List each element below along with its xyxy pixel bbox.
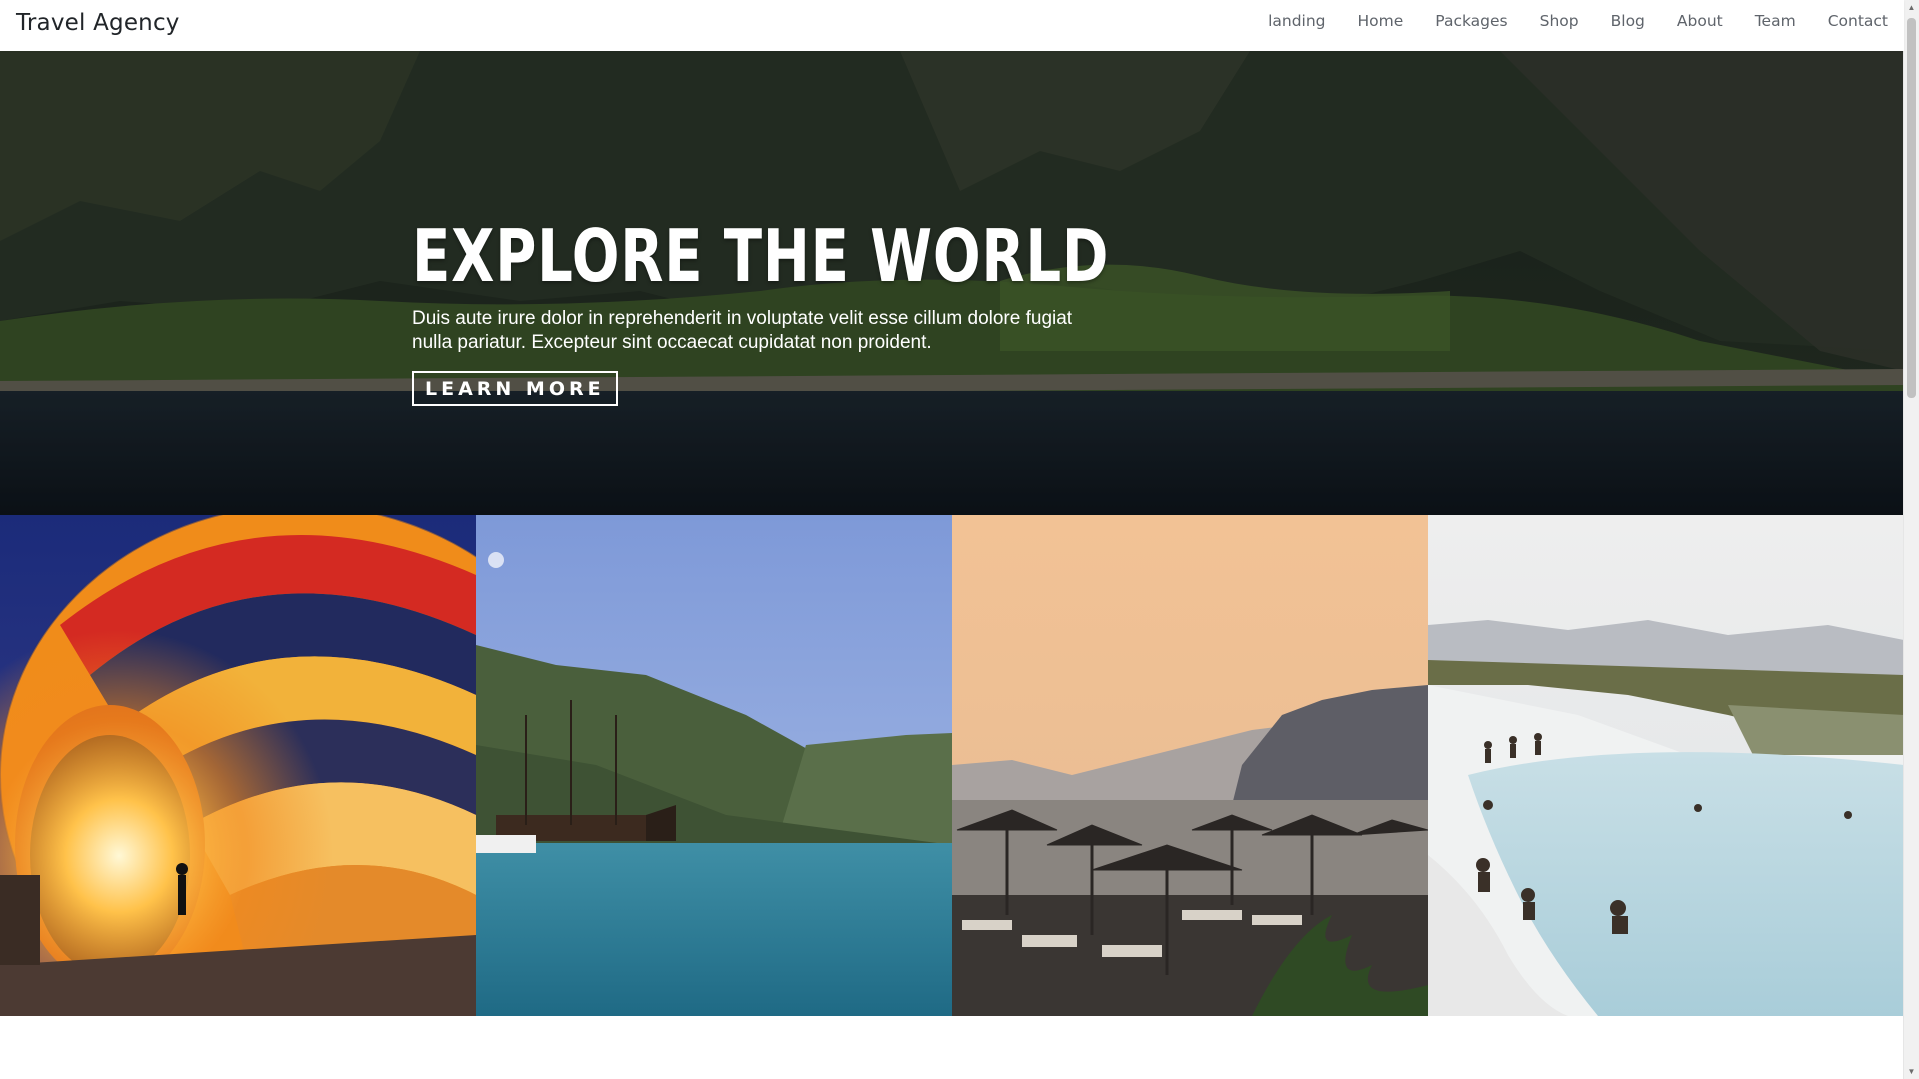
hero-content: EXPLORE THE WORLD Duis aute irure dolor … — [412, 213, 1312, 406]
vertical-scrollbar[interactable]: ▲ ▼ — [1903, 0, 1919, 1079]
nav-link-landing[interactable]: landing — [1268, 12, 1325, 30]
nav-link-contact[interactable]: Contact — [1828, 12, 1888, 30]
gallery-image-beach-sunset[interactable] — [952, 515, 1428, 1016]
nav-link-packages[interactable]: Packages — [1435, 12, 1507, 30]
nav-link-blog[interactable]: Blog — [1611, 12, 1645, 30]
nav-link-shop[interactable]: Shop — [1540, 12, 1579, 30]
scroll-down-arrow-icon[interactable]: ▼ — [1904, 1064, 1919, 1079]
learn-more-button[interactable]: LEARN MORE — [412, 371, 618, 406]
page: Travel Agency landing Home Packages Shop… — [0, 0, 1919, 1079]
hero-subtitle: Duis aute irure dolor in reprehenderit i… — [412, 308, 1073, 353]
gallery-image-hot-air-balloon[interactable] — [0, 515, 476, 1016]
scrollbar-thumb[interactable] — [1907, 18, 1916, 398]
hero-title: EXPLORE THE WORLD — [412, 214, 1110, 298]
nav-link-about[interactable]: About — [1677, 12, 1723, 30]
scroll-up-arrow-icon[interactable]: ▲ — [1904, 0, 1919, 15]
navbar: Travel Agency landing Home Packages Shop… — [0, 0, 1904, 51]
image-gallery — [0, 515, 1904, 1016]
harbor-image — [476, 515, 952, 1016]
beach-sunset-image — [952, 515, 1428, 1016]
nav-link-home[interactable]: Home — [1358, 12, 1404, 30]
page-content: Travel Agency landing Home Packages Shop… — [0, 0, 1904, 1079]
hot-air-balloon-image — [0, 515, 476, 1016]
hero-section: EXPLORE THE WORLD Duis aute irure dolor … — [0, 51, 1904, 515]
brand-logo[interactable]: Travel Agency — [16, 10, 180, 36]
gallery-image-harbor[interactable] — [476, 515, 952, 1016]
nav-menu: landing Home Packages Shop Blog About Te… — [1236, 0, 1888, 42]
nav-link-team[interactable]: Team — [1755, 12, 1796, 30]
thermal-pools-image — [1428, 515, 1904, 1016]
gallery-image-thermal-pools[interactable] — [1428, 515, 1904, 1016]
